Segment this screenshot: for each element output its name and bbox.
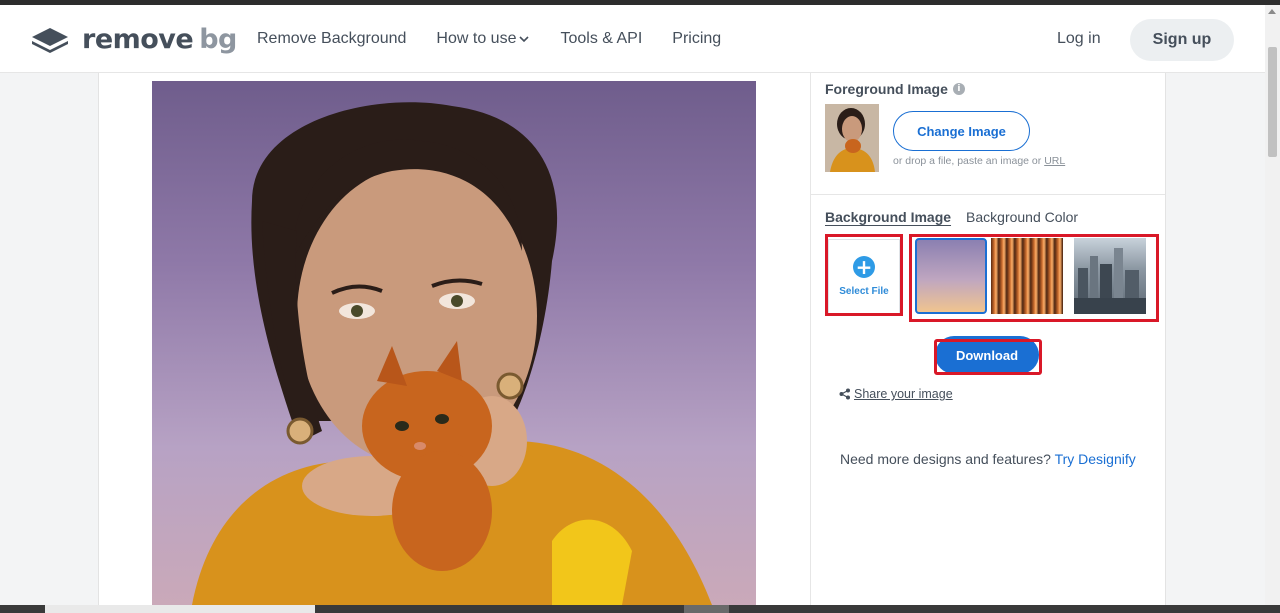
edit-sidebar: Foreground Image i Change Image or drop … — [811, 73, 1165, 605]
drop-hint-text: or drop a file, paste an image or URL — [893, 155, 1066, 167]
remove-bg-logo[interactable]: remove bg — [30, 23, 237, 55]
nav-how-to-use[interactable]: How to use — [436, 30, 530, 48]
change-image-button[interactable]: Change Image — [893, 111, 1030, 151]
foreground-thumbnail — [825, 104, 879, 172]
foreground-image-title: Foreground Image i — [825, 81, 965, 97]
layers-logo-icon — [32, 28, 68, 53]
highlight-select-file — [825, 234, 903, 316]
scroll-up-icon[interactable] — [1268, 9, 1276, 14]
login-link[interactable]: Log in — [1057, 30, 1101, 48]
site-header: remove bg Remove Background How to use To… — [0, 5, 1265, 73]
main-nav: Remove Background How to use Tools & API… — [257, 30, 721, 48]
section-divider — [811, 194, 1165, 195]
chevron-down-icon — [519, 36, 530, 43]
portrait-thumbnail-image — [825, 104, 879, 172]
nav-pricing[interactable]: Pricing — [672, 30, 721, 48]
url-link[interactable]: URL — [1044, 155, 1065, 167]
portrait-with-kitten-image — [192, 102, 712, 605]
try-designify-link[interactable]: Try Designify — [1055, 451, 1136, 467]
signup-button[interactable]: Sign up — [1130, 19, 1234, 61]
tab-background-color[interactable]: Background Color — [966, 209, 1078, 225]
tab-background-image[interactable]: Background Image — [825, 209, 951, 225]
taskbar-app-item[interactable] — [684, 605, 729, 613]
share-label: Share your image — [854, 387, 953, 401]
info-icon[interactable]: i — [952, 83, 965, 95]
taskbar-app-item[interactable] — [45, 605, 315, 613]
logo-text: remove bg — [82, 23, 237, 55]
scrollbar-thumb[interactable] — [1268, 47, 1277, 157]
download-button[interactable]: Download — [935, 336, 1039, 374]
share-image-link[interactable]: Share your image — [839, 387, 953, 401]
background-tabs: Background Image Background Color — [825, 209, 1078, 225]
os-taskbar — [0, 605, 1280, 613]
designify-promo: Need more designs and features? Try Desi… — [840, 451, 1136, 467]
nav-remove-background[interactable]: Remove Background — [257, 30, 406, 48]
nav-tools-api[interactable]: Tools & API — [560, 30, 642, 48]
highlight-background-options — [909, 234, 1159, 322]
share-icon — [839, 388, 850, 400]
page-scrollbar[interactable] — [1265, 5, 1280, 605]
image-preview — [152, 81, 756, 605]
